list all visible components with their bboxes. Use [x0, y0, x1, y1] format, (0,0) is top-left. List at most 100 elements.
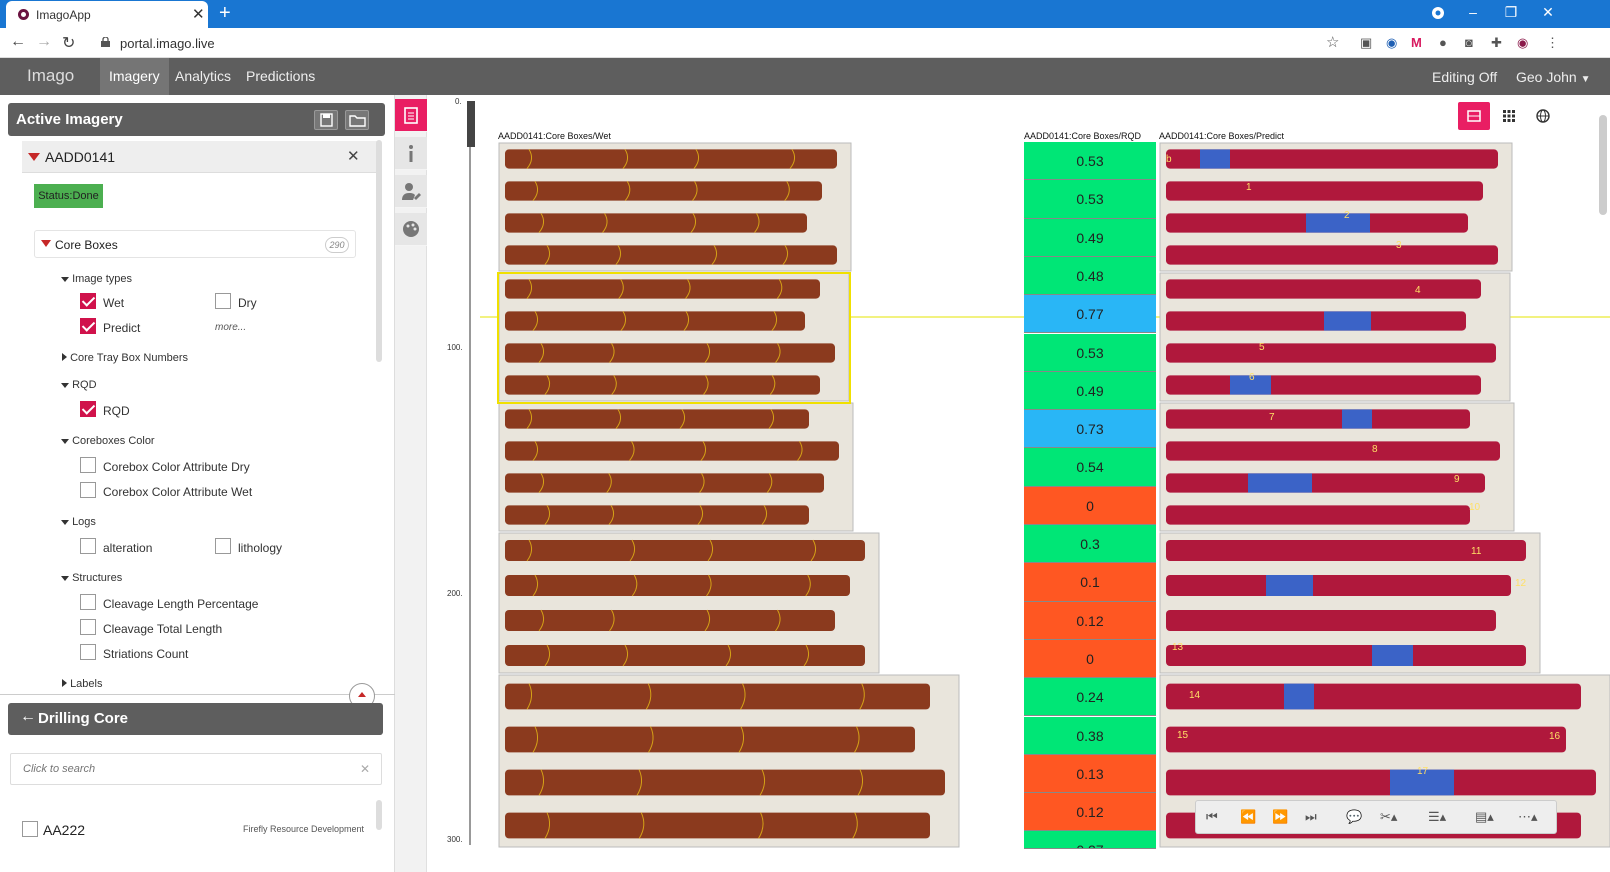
browser-tab[interactable]: ImagoApp ✕	[6, 1, 208, 28]
wet-track-title: AADD0141:Core Boxes/Wet	[498, 131, 611, 141]
rqd-cell[interactable]: 0.13	[1024, 754, 1156, 794]
labels-section[interactable]: Labels	[62, 678, 102, 690]
strip-view-button[interactable]	[1458, 102, 1490, 130]
rqd-cell[interactable]: 0.12	[1024, 601, 1156, 640]
account-icon[interactable]	[1428, 6, 1448, 23]
cleavage-total-checkbox[interactable]	[80, 619, 96, 635]
nav-imagery[interactable]: Imagery	[100, 58, 169, 95]
clear-search-icon[interactable]: ✕	[360, 762, 370, 776]
bookmark-star-icon[interactable]: ☆	[1326, 33, 1339, 51]
structures-section[interactable]: Structures	[61, 572, 122, 584]
rqd-cell[interactable]: 0.73	[1024, 410, 1156, 449]
list-item[interactable]: AA222 Firefly Resource Development	[10, 808, 370, 852]
rqd-cell[interactable]: 0.53	[1024, 142, 1156, 181]
rqd-section[interactable]: RQD	[61, 379, 97, 391]
image-types-section[interactable]: Image types	[61, 273, 132, 285]
rqd-cell[interactable]: 0.53	[1024, 333, 1156, 372]
new-tab-icon[interactable]: +	[219, 3, 231, 23]
rqd-cell[interactable]: 0.3	[1024, 525, 1156, 564]
rqd-cell[interactable]: 0.53	[1024, 180, 1156, 219]
rqd-cell[interactable]: 0.24	[1024, 678, 1156, 717]
save-icon[interactable]	[314, 110, 338, 130]
user-tool-button[interactable]	[395, 175, 427, 208]
comment-icon[interactable]: 💬	[1346, 809, 1362, 825]
rqd-cell[interactable]: 0.48	[1024, 256, 1156, 296]
dataset-header[interactable]: AADD0141 ✕	[22, 141, 378, 173]
folder-icon[interactable]	[345, 110, 369, 130]
coreboxes-color-section[interactable]: Coreboxes Color	[61, 435, 155, 447]
restore-icon[interactable]: ❐	[1501, 4, 1521, 21]
predict-checkbox[interactable]	[80, 318, 96, 334]
aa222-checkbox[interactable]	[22, 821, 38, 837]
rqd-checkbox[interactable]	[80, 401, 96, 417]
panel-scrollbar[interactable]	[376, 140, 382, 362]
core-sample	[505, 181, 822, 201]
skip-end-icon[interactable]: ⏭	[1305, 809, 1317, 825]
rqd-cell[interactable]: 0.38	[1024, 716, 1156, 755]
editing-toggle[interactable]: Editing Off	[1432, 69, 1497, 85]
imagery-canvas[interactable]	[428, 95, 1610, 872]
rqd-cell[interactable]: 0.54	[1024, 448, 1156, 487]
extension-icon[interactable]: ●	[1439, 35, 1447, 50]
core-boxes-header[interactable]: Core Boxes 290	[34, 230, 356, 258]
close-dataset-icon[interactable]: ✕	[347, 147, 360, 165]
color-dry-checkbox[interactable]	[80, 457, 96, 473]
tray-numbers-section[interactable]: Core Tray Box Numbers	[62, 352, 188, 364]
layers-tool-button[interactable]	[395, 99, 427, 132]
forward-icon[interactable]: →	[36, 33, 52, 51]
alteration-checkbox[interactable]	[80, 538, 96, 554]
minimize-icon[interactable]: –	[1463, 4, 1483, 20]
tools-icon[interactable]: ✂▴	[1380, 809, 1397, 825]
wet-checkbox[interactable]	[80, 293, 96, 309]
rqd-cell[interactable]: 0.49	[1024, 371, 1156, 411]
collapse-triangle-icon[interactable]	[41, 240, 51, 247]
extension-icon[interactable]: ▣	[1360, 35, 1372, 51]
puzzle-icon[interactable]: ✚	[1491, 35, 1502, 51]
more-link[interactable]: more...	[215, 322, 246, 333]
step-forward-icon[interactable]: ⏩	[1272, 809, 1288, 825]
imagery-viewer[interactable]	[428, 95, 1610, 872]
viewer-scrollbar[interactable]	[1599, 115, 1607, 215]
list-scrollbar[interactable]	[376, 800, 382, 830]
cleavage-length-checkbox[interactable]	[80, 594, 96, 610]
skip-start-icon[interactable]: ⏮	[1206, 809, 1218, 825]
user-menu[interactable]: Geo John ▼	[1516, 69, 1591, 85]
close-tab-icon[interactable]: ✕	[192, 5, 205, 23]
color-wet-checkbox[interactable]	[80, 482, 96, 498]
rqd-cell[interactable]: 0.49	[1024, 218, 1156, 257]
film-icon[interactable]: ▤▴	[1475, 809, 1494, 825]
collapse-triangle-icon[interactable]	[28, 153, 40, 161]
drilling-core-search-input[interactable]	[10, 753, 382, 785]
rqd-cell[interactable]: 0	[1024, 486, 1156, 525]
back-icon[interactable]: ←	[10, 33, 26, 51]
rqd-cell[interactable]: 0	[1024, 639, 1156, 679]
lithology-checkbox[interactable]	[215, 538, 231, 554]
globe-view-button[interactable]	[1527, 102, 1559, 130]
info-tool-button[interactable]	[395, 137, 427, 170]
camera-icon[interactable]: ◙	[1465, 35, 1473, 50]
extension-icon[interactable]: M	[1411, 35, 1422, 50]
profile-icon[interactable]: ◉	[1517, 35, 1528, 51]
rqd-cell[interactable]: 0.1	[1024, 563, 1156, 602]
menu-dots-icon[interactable]: ⋮	[1546, 35, 1559, 51]
rqd-cell[interactable]: 0.27	[1024, 831, 1156, 849]
nav-analytics[interactable]: Analytics	[166, 58, 240, 95]
striations-checkbox[interactable]	[80, 644, 96, 660]
logs-section[interactable]: Logs	[61, 516, 96, 528]
rqd-cell[interactable]: 0.77	[1024, 295, 1156, 334]
back-arrow-icon[interactable]: ←	[20, 708, 36, 726]
labels-label: Labels	[70, 678, 103, 690]
dry-checkbox[interactable]	[215, 293, 231, 309]
extension-icon[interactable]: ◉	[1386, 35, 1397, 51]
palette-tool-button[interactable]	[395, 213, 427, 246]
rqd-cell[interactable]: 0.12	[1024, 793, 1156, 832]
imago-logo[interactable]: Imago	[27, 66, 74, 86]
step-back-icon[interactable]: ⏪	[1240, 809, 1256, 825]
url-text[interactable]: portal.imago.live	[120, 36, 215, 51]
close-window-icon[interactable]: ✕	[1538, 4, 1558, 21]
align-icon[interactable]: ☰▴	[1428, 809, 1446, 825]
grid-view-button[interactable]	[1493, 102, 1525, 130]
more-options-icon[interactable]: ⋯▴	[1518, 809, 1538, 825]
nav-predictions[interactable]: Predictions	[237, 58, 324, 95]
reload-icon[interactable]: ↻	[62, 33, 75, 53]
